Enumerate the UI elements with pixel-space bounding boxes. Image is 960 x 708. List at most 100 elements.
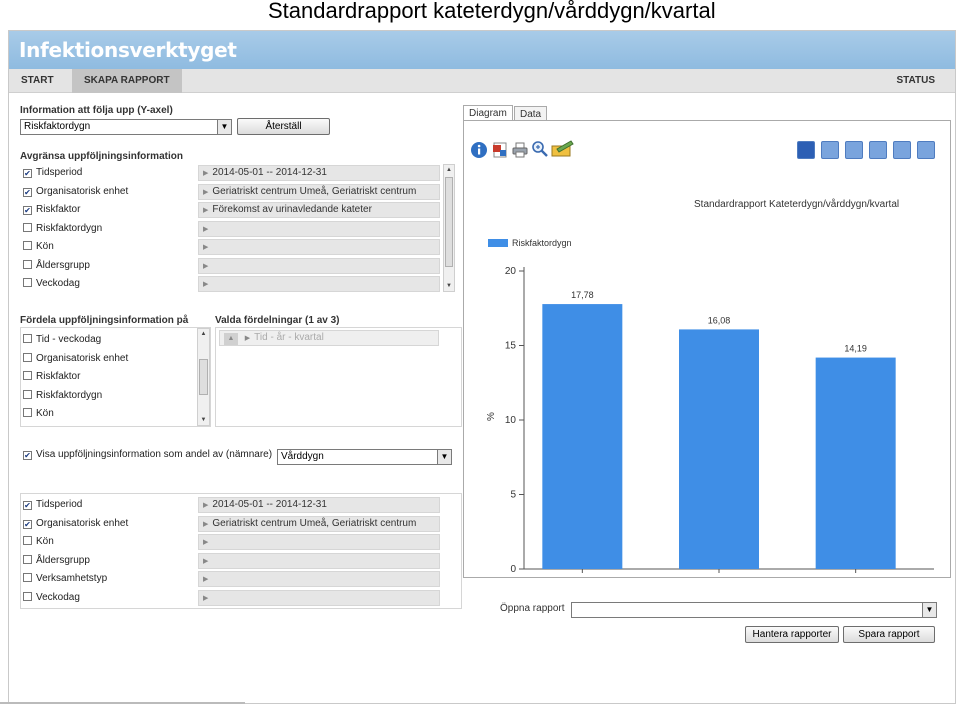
filter-value-bar[interactable]: ▶ Förekomst av urinavledande kateter (198, 202, 440, 218)
data-label: 16,08 (708, 315, 731, 325)
scroll-down-icon[interactable]: ▼ (444, 281, 454, 291)
expand-icon: ▶ (203, 539, 209, 546)
checkbox[interactable] (23, 222, 32, 232)
tab-data[interactable]: Data (514, 106, 548, 121)
expand-icon: ▶ (203, 594, 209, 602)
legend-swatch (488, 239, 508, 247)
checkbox-row[interactable]: Kön (23, 533, 54, 551)
chart-panel: Standardrapport Kateterdygn/vårddygn/kva… (463, 120, 951, 578)
limit-scrollbar[interactable]: ▲ ▼ (443, 164, 455, 292)
checkbox[interactable]: ✔ (23, 206, 32, 215)
bar (815, 357, 896, 569)
checkbox[interactable] (23, 352, 32, 362)
checkbox-row[interactable]: Kön (23, 405, 54, 423)
expand-icon: ▶ (203, 170, 209, 177)
checkbox[interactable] (23, 408, 32, 417)
scroll-up-icon[interactable]: ▲ (198, 329, 209, 339)
checkbox-row[interactable]: Organisatorisk enhet (23, 350, 128, 368)
nav-skapa-rapport[interactable]: SKAPA RAPPORT (72, 69, 182, 93)
yaxis-label: Information att följa upp (Y-axel) (20, 105, 173, 116)
scroll-down-icon[interactable]: ▼ (198, 415, 209, 425)
checkbox[interactable] (23, 259, 32, 269)
checkbox-row[interactable]: Riskfaktordygn (23, 387, 102, 405)
chevron-down-icon: ▼ (922, 603, 936, 617)
filter-value-bar[interactable]: ▶ (198, 534, 440, 550)
checkbox-row[interactable]: Kön (23, 238, 54, 256)
checkbox[interactable]: ✔ (23, 169, 32, 178)
filter-value-bar[interactable]: ▶ Geriatriskt centrum Umeå, Geriatriskt c… (198, 515, 440, 532)
checkbox-row[interactable]: ✔ Tidsperiod (23, 164, 82, 182)
expand-icon: ▶ (203, 262, 209, 270)
checkbox-label: Tidsperiod (36, 167, 83, 178)
checkbox[interactable] (23, 371, 32, 380)
checkbox-row[interactable]: Tid - veckodag (23, 331, 101, 349)
checkbox-label: Kön (36, 241, 54, 252)
expand-icon: ▶ (203, 520, 209, 528)
filter-value-bar[interactable]: ▶ 2014-05-01 -- 2014-12-31 (198, 165, 440, 181)
filter-value-bar[interactable]: ▶ Geriatriskt centrum Umeå, Geriatriskt c… (198, 183, 440, 200)
scroll-up-icon[interactable]: ▲ (444, 165, 454, 175)
save-report-button[interactable]: Spara rapport (843, 626, 935, 643)
checkbox-row[interactable]: Veckodag (23, 275, 80, 293)
share-checkbox[interactable]: ✔ (23, 451, 32, 460)
checkbox[interactable] (23, 536, 32, 545)
checkbox-row[interactable]: Åldersgrupp (23, 257, 90, 275)
checkbox[interactable] (23, 278, 32, 287)
checkbox-label: Kön (36, 536, 54, 547)
y-tick-label: 20 (505, 266, 517, 277)
filter-value-bar[interactable]: ▶ (198, 571, 440, 587)
checkbox[interactable]: ✔ (23, 519, 32, 529)
checkbox-label: Kön (36, 408, 54, 419)
checkbox-row[interactable]: Riskfaktordygn (23, 220, 102, 238)
checkbox[interactable]: ✔ (23, 187, 32, 197)
distribute-scrollbar[interactable]: ▲ ▼ (197, 328, 210, 426)
share-row[interactable]: ✔ Visa uppföljningsinformation som andel … (23, 446, 272, 464)
yaxis-select[interactable]: Riskfaktordygn ▼ (20, 119, 232, 135)
filter-value-bar[interactable]: ▶ (198, 239, 440, 255)
checkbox[interactable] (23, 334, 32, 343)
filter-value-bar[interactable]: ▶ (198, 220, 440, 237)
selected-item[interactable]: ▲ ▶ Tid - år - kvartal (219, 330, 439, 346)
filter-value: Geriatriskt centrum Umeå, Geriatriskt ce… (212, 517, 417, 529)
checkbox[interactable] (23, 573, 32, 582)
checkbox[interactable] (23, 591, 32, 601)
expand-icon: ▶ (203, 576, 209, 583)
checkbox-row[interactable]: ✔ Tidsperiod (23, 496, 82, 514)
y-axis-label: % (486, 412, 497, 421)
filter-value-bar[interactable]: ▶ 2014-05-01 -- 2014-12-31 (198, 497, 440, 513)
app-window: Infektionsverktyget START SKAPA RAPPORT … (8, 30, 956, 704)
filter-value: 2014-05-01 -- 2014-12-31 (212, 167, 327, 178)
checkbox[interactable] (23, 241, 32, 250)
checkbox-row[interactable]: Verksamhetstyp (23, 570, 107, 588)
nav-status[interactable]: STATUS (884, 69, 947, 93)
filter-value-bar[interactable]: ▶ (198, 589, 440, 606)
scroll-thumb[interactable] (199, 359, 208, 395)
filter-value-bar[interactable]: ▶ (198, 257, 440, 274)
expand-icon: ▶ (203, 244, 209, 251)
filter-value-bar[interactable]: ▶ (198, 276, 440, 292)
checkbox-row[interactable]: ✔ Riskfaktor (23, 201, 80, 219)
nav-start[interactable]: START (9, 69, 66, 93)
scroll-thumb[interactable] (445, 177, 453, 267)
bar (679, 329, 759, 569)
checkbox-row[interactable]: Åldersgrupp (23, 552, 90, 570)
checkbox-label: Organisatorisk enhet (36, 352, 129, 364)
app-name: Infektionsverktyget (19, 38, 237, 62)
filter-value-bar[interactable]: ▶ (198, 552, 440, 569)
checkbox-row[interactable]: Veckodag (23, 589, 80, 607)
open-report-select[interactable]: ▼ (571, 602, 937, 618)
checkbox[interactable] (23, 554, 32, 564)
checkbox-row[interactable]: ✔ Organisatorisk enhet (23, 183, 128, 201)
move-up-icon[interactable]: ▲ (224, 333, 238, 345)
app-header: Infektionsverktyget (9, 31, 955, 69)
checkbox-row[interactable]: Riskfaktor (23, 368, 80, 386)
manage-reports-button[interactable]: Hantera rapporter (745, 626, 839, 643)
reset-button[interactable]: Återställ (237, 118, 330, 135)
data-label: 17,78 (571, 290, 594, 300)
bar-chart: Standardrapport Kateterdygn/vårddygn/kva… (486, 198, 934, 575)
checkbox-row[interactable]: ✔ Organisatorisk enhet (23, 515, 128, 533)
checkbox[interactable] (23, 389, 32, 399)
share-select[interactable]: Vårddygn ▼ (277, 449, 452, 465)
data-label: 14,19 (844, 344, 867, 354)
checkbox[interactable]: ✔ (23, 501, 32, 510)
